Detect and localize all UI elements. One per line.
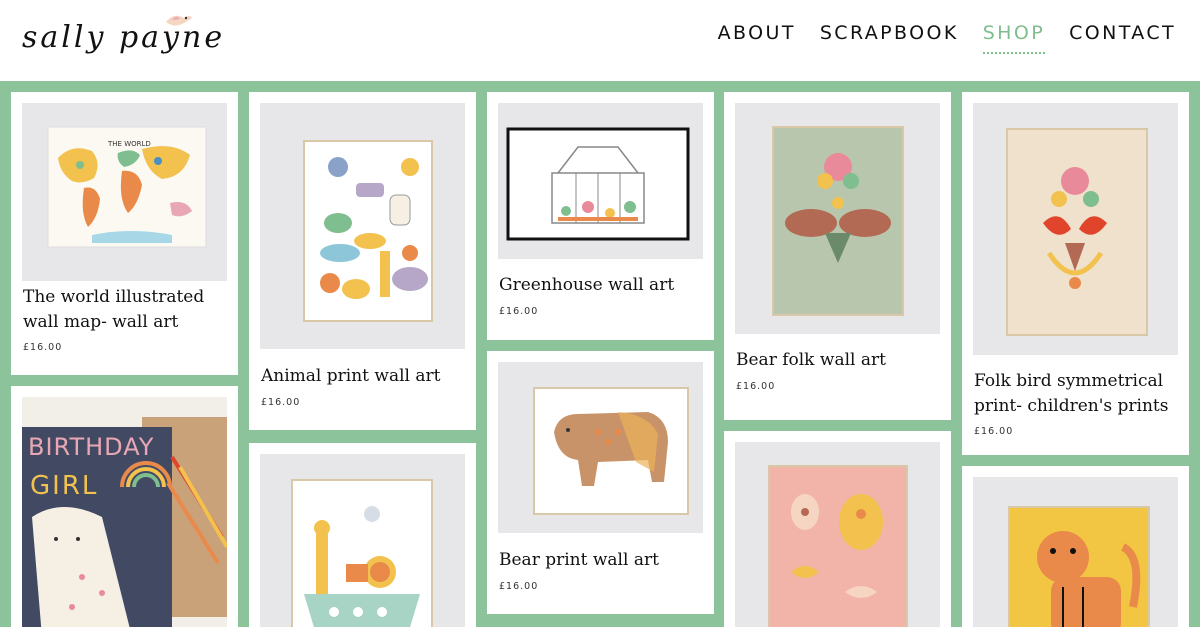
title-line: Bear folk wall art xyxy=(736,350,886,370)
greenhouse-artwork xyxy=(506,127,690,241)
birthday-card-artwork: BIRTHDAY xyxy=(22,417,227,627)
product-image-birthday-card[interactable]: BIRTHDAY GIRL xyxy=(22,397,227,627)
noahs-ark-artwork xyxy=(291,479,433,627)
product-image-bear-print[interactable] xyxy=(498,362,703,533)
product-price: £16.00 xyxy=(974,426,1014,437)
product-price: £16.00 xyxy=(499,306,539,317)
product-image-tiger[interactable] xyxy=(973,477,1178,627)
logo[interactable]: sally payne xyxy=(22,12,222,70)
title-line: wall map- wall art xyxy=(23,312,179,332)
bird-icon xyxy=(166,15,192,26)
title-line: Greenhouse wall art xyxy=(499,275,675,295)
bear-print-artwork xyxy=(533,387,689,515)
product-card-greenhouse[interactable]: Greenhouse wall art £16.00 xyxy=(487,92,714,340)
product-price: £16.00 xyxy=(261,397,301,408)
product-price: £16.00 xyxy=(736,381,776,392)
nav-about[interactable]: ABOUT xyxy=(718,22,796,54)
product-card-folk-bird[interactable]: Folk bird symmetrical print- children's … xyxy=(962,92,1189,455)
product-price: £16.00 xyxy=(23,342,63,353)
product-image-greenhouse[interactable] xyxy=(498,103,703,259)
nav-contact[interactable]: CONTACT xyxy=(1069,22,1176,54)
product-card-birthday-card[interactable]: BIRTHDAY GIRL xyxy=(11,386,238,627)
product-image-folk-bird[interactable] xyxy=(973,103,1178,355)
product-image-noahs-ark[interactable] xyxy=(260,454,465,627)
product-title[interactable]: The world illustrated wall map- wall art xyxy=(23,285,204,335)
product-title[interactable]: Bear print wall art xyxy=(499,548,659,573)
world-map-artwork: THE WORLD xyxy=(47,126,207,248)
nav-shop[interactable]: SHOP xyxy=(982,22,1046,54)
title-line: Animal print wall art xyxy=(261,366,441,386)
map-title-text: THE WORLD xyxy=(107,140,151,148)
title-line: print- children's prints xyxy=(974,396,1169,416)
site-header: sally payne ABOUT SCRAPBOOK SHOP CONTACT xyxy=(0,0,1200,81)
title-line: Folk bird symmetrical xyxy=(974,371,1164,391)
product-image-bear-folk[interactable] xyxy=(735,103,940,334)
birthday-text: BIRTHDAY xyxy=(28,433,154,461)
product-card-world-map[interactable]: THE WORLD The world illustrated wall map… xyxy=(11,92,238,375)
title-line: Bear print wall art xyxy=(499,550,659,570)
product-card-tiger[interactable] xyxy=(962,466,1189,627)
product-title[interactable]: Greenhouse wall art xyxy=(499,273,674,298)
bear-folk-artwork xyxy=(772,126,904,316)
product-card-bear-print[interactable]: Bear print wall art £16.00 xyxy=(487,351,714,614)
nav-scrapbook[interactable]: SCRAPBOOK xyxy=(820,22,959,54)
title-line: The world illustrated xyxy=(23,287,205,307)
product-card-animal-print[interactable]: Animal print wall art £16.00 xyxy=(249,92,476,430)
animal-print-artwork xyxy=(303,140,433,322)
girl-text-overlay: GIRL xyxy=(30,471,99,501)
product-image-bugs[interactable] xyxy=(735,442,940,627)
product-card-noahs-ark[interactable] xyxy=(249,443,476,627)
product-card-bugs[interactable] xyxy=(724,431,951,627)
product-price: £16.00 xyxy=(499,581,539,592)
product-title[interactable]: Bear folk wall art xyxy=(736,348,886,373)
product-title[interactable]: Animal print wall art xyxy=(261,364,440,389)
folk-bird-artwork xyxy=(1006,128,1148,336)
main-nav: ABOUT SCRAPBOOK SHOP CONTACT xyxy=(718,22,1176,54)
product-card-bear-folk[interactable]: Bear folk wall art £16.00 xyxy=(724,92,951,420)
product-title[interactable]: Folk bird symmetrical print- children's … xyxy=(974,369,1169,419)
product-image-world-map[interactable]: THE WORLD xyxy=(22,103,227,281)
tiger-artwork xyxy=(1008,506,1150,627)
bugs-artwork xyxy=(768,465,908,627)
logo-text: sally payne xyxy=(22,20,226,55)
product-image-animal-print[interactable] xyxy=(260,103,465,349)
